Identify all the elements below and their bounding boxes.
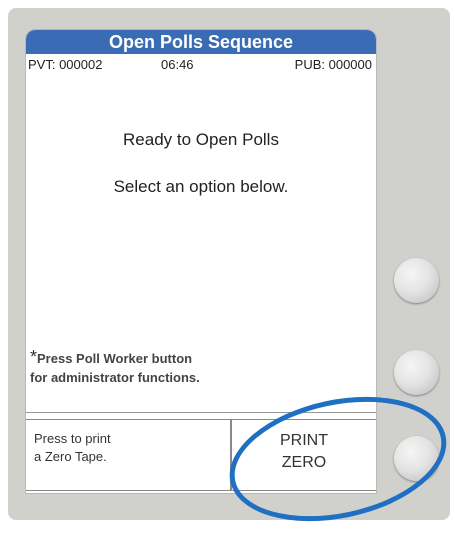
side-button-top[interactable] xyxy=(394,258,439,303)
note-line-2: for administrator functions. xyxy=(30,370,200,385)
clock-time: 06:46 xyxy=(161,57,194,72)
note-asterisk: * xyxy=(30,347,38,367)
administrator-note: *Press Poll Worker button for administra… xyxy=(30,348,330,387)
secondary-message: Select an option below. xyxy=(113,177,289,196)
print-zero-instruction: Press to print a Zero Tape. xyxy=(26,419,231,491)
instruction-line-1: Press to print xyxy=(34,431,111,446)
note-line-1: Press Poll Worker button xyxy=(37,351,193,366)
primary-message: Ready to Open Polls xyxy=(123,130,279,149)
instruction-line-2: a Zero Tape. xyxy=(34,449,107,464)
pvt-counter: PVT: 000002 xyxy=(28,57,103,72)
status-bar: PVT: 000002 06:46 PUB: 000000 xyxy=(26,54,376,74)
screen-title: Open Polls Sequence xyxy=(26,30,376,54)
pub-counter: PUB: 000000 xyxy=(294,57,372,72)
side-button-middle[interactable] xyxy=(394,350,439,395)
